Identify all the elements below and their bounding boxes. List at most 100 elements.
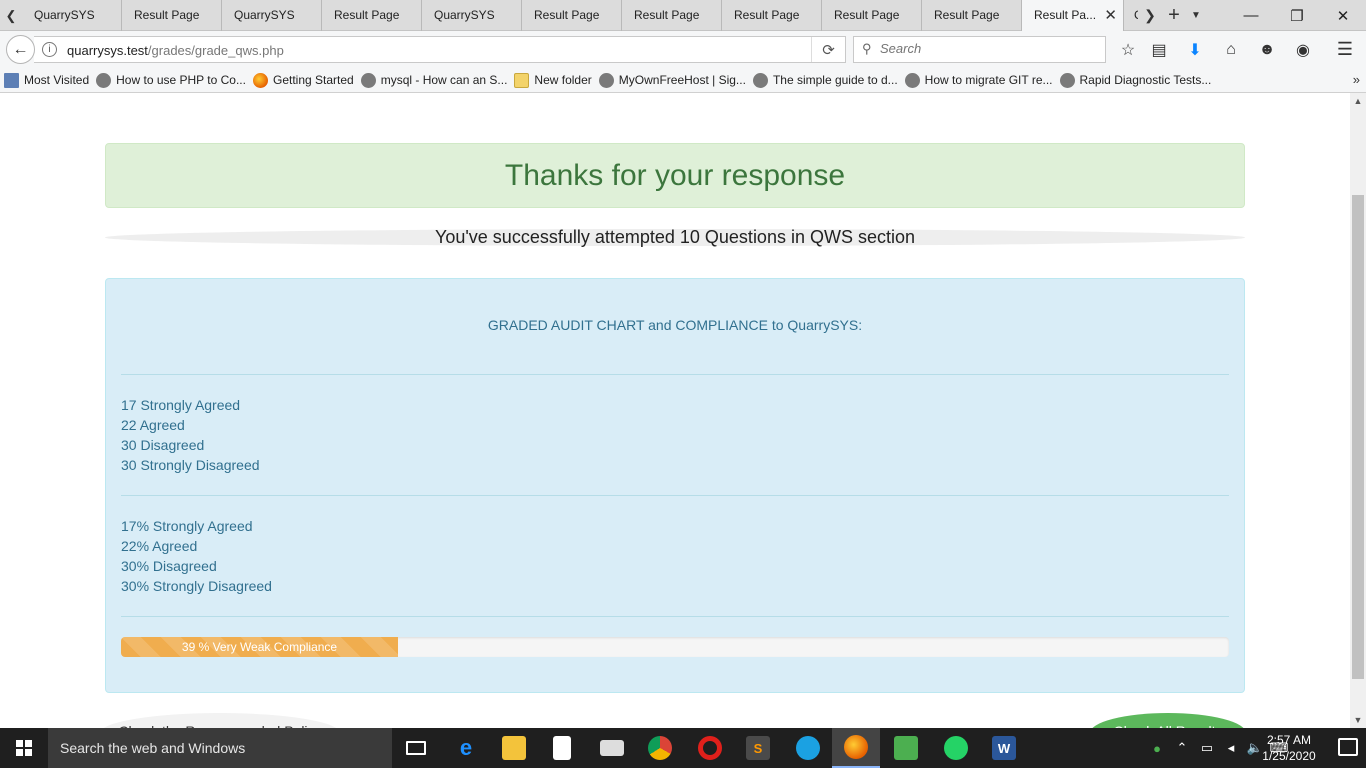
url-bar[interactable]: i quarrysys.test/grades/grade_qws.php ⟳ xyxy=(34,36,846,63)
whatsapp-icon[interactable] xyxy=(932,728,980,768)
percent-agreed: 22% Agreed xyxy=(121,538,198,554)
bookmark-item[interactable]: The simple guide to d... xyxy=(752,72,898,88)
page-icon xyxy=(4,72,19,88)
scrollbar-thumb[interactable] xyxy=(1352,195,1364,679)
navigation-toolbar: i quarrysys.test/grades/grade_qws.php ⟳ … xyxy=(0,31,1366,68)
bookmark-item[interactable]: Getting Started xyxy=(252,72,354,88)
scroll-down-arrow-icon[interactable]: ▼ xyxy=(1350,712,1366,728)
reading-list-icon[interactable]: ▤ xyxy=(1144,36,1174,63)
page-scrollbar[interactable]: ▲ ▼ xyxy=(1350,93,1366,728)
new-tab-button[interactable]: + xyxy=(1162,0,1186,31)
restore-button[interactable]: ❐ xyxy=(1274,0,1320,31)
search-box[interactable]: ⚲ xyxy=(853,36,1106,63)
bookmark-star-icon[interactable]: ☆ xyxy=(1113,36,1143,63)
close-window-button[interactable]: ✕ xyxy=(1320,0,1366,31)
sublime-icon[interactable]: S xyxy=(734,728,782,768)
network-tray-icon[interactable]: ● xyxy=(1146,728,1168,768)
attempt-message: You've successfully attempted 10 Questio… xyxy=(434,227,915,247)
browser-tab[interactable]: Result Page xyxy=(922,0,1022,31)
task-view-icon[interactable] xyxy=(392,728,440,768)
taskbar-search[interactable]: Search the web and Windows xyxy=(48,728,392,768)
globe-icon xyxy=(96,72,112,88)
battery-icon[interactable]: ▭ xyxy=(1196,728,1218,768)
bookmark-item[interactable]: How to use PHP to Co... xyxy=(96,72,246,88)
audit-chart-panel: GRADED AUDIT CHART and COMPLIANCE to Qua… xyxy=(105,278,1245,693)
divider xyxy=(121,495,1229,496)
browser-tab[interactable]: QuarrySYS xyxy=(222,0,322,31)
menu-icon[interactable]: ☰ xyxy=(1330,36,1360,63)
firefox-taskbar-icon[interactable] xyxy=(832,728,880,768)
clock-date: 1/25/2020 xyxy=(1262,749,1316,763)
check-all-results-button[interactable]: Check All Results xyxy=(1090,713,1246,728)
opera-icon[interactable] xyxy=(686,728,734,768)
url-text[interactable]: quarrysys.test/grades/grade_qws.php xyxy=(67,43,284,58)
bookmark-item[interactable]: MyOwnFreeHost | Sig... xyxy=(598,72,746,88)
browser-tab[interactable]: QuarrySYS xyxy=(22,0,122,31)
tab-label: QuarrySYS xyxy=(34,8,95,22)
folder-icon xyxy=(514,72,530,88)
store-icon[interactable] xyxy=(538,728,586,768)
recommended-policy-button[interactable]: Check the Recommended Policy xyxy=(100,713,340,728)
browser-tab[interactable]: Result Page xyxy=(622,0,722,31)
scroll-up-arrow-icon[interactable]: ▲ xyxy=(1350,93,1366,109)
globe-icon xyxy=(752,72,768,88)
bookmark-label: MyOwnFreeHost | Sig... xyxy=(618,73,746,87)
system-clock[interactable]: 2:57 AM 1/25/2020 xyxy=(1256,732,1322,764)
start-button[interactable] xyxy=(0,728,48,768)
tab-label: Result Pa... xyxy=(1034,8,1097,22)
tab-label: Result Page xyxy=(934,8,1000,22)
info-icon[interactable]: i xyxy=(42,42,57,57)
chrome-icon[interactable] xyxy=(636,728,684,768)
bookmarks-toolbar: Most Visited How to use PHP to Co... Get… xyxy=(0,68,1366,93)
browser-tab[interactable]: QuarrySYS xyxy=(422,0,522,31)
bookmark-item[interactable]: How to migrate GIT re... xyxy=(904,72,1053,88)
app-icon[interactable] xyxy=(784,728,832,768)
page-viewport: Thanks for your response You've successf… xyxy=(0,93,1350,728)
bookmark-label: Getting Started xyxy=(272,73,354,87)
browser-tab-active[interactable]: Result Pa... ✕ xyxy=(1022,0,1124,31)
hello-icon[interactable]: ☻ xyxy=(1252,36,1282,63)
bookmark-item[interactable]: New folder xyxy=(514,72,592,88)
search-input[interactable] xyxy=(880,41,1080,56)
count-strongly-disagreed: 30 Strongly Disagreed xyxy=(121,457,260,473)
home-icon[interactable]: ⌂ xyxy=(1216,36,1246,63)
list-all-tabs-button[interactable]: ▼ xyxy=(1184,0,1208,31)
word-icon[interactable]: W xyxy=(980,728,1028,768)
browser-tab[interactable]: Result Page xyxy=(122,0,222,31)
edge-icon[interactable]: e xyxy=(442,728,490,768)
browser-tab[interactable]: Result Page xyxy=(522,0,622,31)
percent-strongly-agreed: 17% Strongly Agreed xyxy=(121,518,253,534)
pocket-icon[interactable]: ◉ xyxy=(1288,36,1318,63)
browser-tab-partial[interactable]: C xyxy=(1124,0,1138,31)
bookmark-label: The simple guide to d... xyxy=(772,73,898,87)
action-center-icon[interactable] xyxy=(1338,738,1358,756)
bookmarks-overflow-icon[interactable]: » xyxy=(1353,72,1360,87)
tab-list: QuarrySYS Result Page QuarrySYS Result P… xyxy=(22,0,1138,31)
downloads-icon[interactable]: ⬇ xyxy=(1180,36,1210,63)
bookmark-item[interactable]: Most Visited xyxy=(4,72,89,88)
back-button[interactable]: ← xyxy=(6,35,35,64)
show-hidden-icons-icon[interactable]: ⌃ xyxy=(1172,728,1192,768)
file-explorer-icon[interactable] xyxy=(490,728,538,768)
compliance-progress-bar: 39 % Very Weak Compliance xyxy=(121,637,398,657)
url-host: quarrysys.test xyxy=(67,43,148,58)
browser-tab[interactable]: Result Page xyxy=(722,0,822,31)
bookmark-label: mysql - How can an S... xyxy=(380,73,508,87)
chart-title: GRADED AUDIT CHART and COMPLIANCE to Qua… xyxy=(487,317,863,333)
hotspot-icon[interactable] xyxy=(882,728,930,768)
bookmark-item[interactable]: Rapid Diagnostic Tests... xyxy=(1059,72,1211,88)
close-tab-icon[interactable]: ✕ xyxy=(1104,6,1117,24)
mail-icon[interactable] xyxy=(588,728,636,768)
count-strongly-agreed: 17 Strongly Agreed xyxy=(121,397,241,413)
wifi-icon[interactable]: ◂ xyxy=(1220,728,1242,768)
tab-scroll-right-button[interactable]: ❯ xyxy=(1138,0,1162,31)
minimize-button[interactable]: — xyxy=(1228,0,1274,31)
tab-scroll-left-button[interactable]: ❮ xyxy=(0,0,22,31)
globe-icon xyxy=(598,72,614,88)
reload-icon[interactable]: ⟳ xyxy=(811,37,845,62)
bookmark-item[interactable]: mysql - How can an S... xyxy=(360,72,508,88)
browser-tab[interactable]: Result Page xyxy=(322,0,422,31)
percent-strongly-disagreed: 30% Strongly Disagreed xyxy=(121,578,272,594)
browser-tab[interactable]: Result Page xyxy=(822,0,922,31)
clock-time: 2:57 AM xyxy=(1266,733,1312,747)
